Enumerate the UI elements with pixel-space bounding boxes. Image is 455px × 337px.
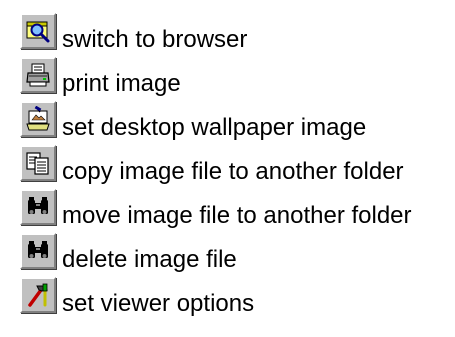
- legend-row-copy-image: copy image file to another folder: [20, 145, 450, 189]
- toolbar-legend: switch to browser print image set deskto…: [20, 13, 450, 321]
- legend-row-viewer-options: set viewer options: [20, 277, 450, 321]
- legend-label: set viewer options: [62, 290, 255, 317]
- binoculars-icon: [20, 233, 56, 269]
- legend-row-switch-to-browser: switch to browser: [20, 13, 450, 57]
- copy-pages-icon: [20, 145, 56, 181]
- legend-row-delete-image: delete image file: [20, 233, 450, 277]
- binoculars-icon: [20, 189, 56, 225]
- legend-row-move-image: move image file to another folder: [20, 189, 450, 233]
- legend-label: switch to browser: [62, 26, 248, 53]
- legend-label: set desktop wallpaper image: [62, 114, 367, 141]
- legend-row-set-wallpaper: set desktop wallpaper image: [20, 101, 450, 145]
- browser-magnifier-icon: [20, 13, 56, 49]
- legend-label: delete image file: [62, 246, 237, 273]
- legend-label: move image file to another folder: [62, 202, 412, 229]
- legend-label: print image: [62, 70, 181, 97]
- printer-icon: [20, 57, 56, 93]
- legend-label: copy image file to another folder: [62, 158, 404, 185]
- tools-icon: [20, 277, 56, 313]
- wallpaper-icon: [20, 101, 56, 137]
- legend-row-print-image: print image: [20, 57, 450, 101]
